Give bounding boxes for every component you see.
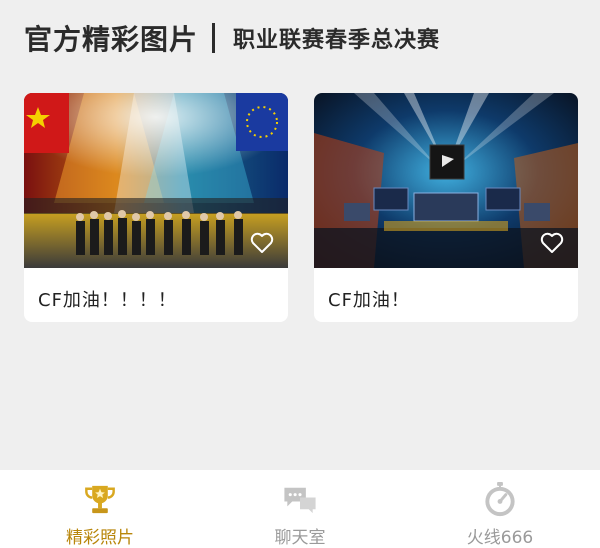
- photo-card[interactable]: CF加油！: [314, 93, 578, 322]
- photo-gallery-page: 官方精彩图片 职业联赛春季总决赛 CF加油！！！！ CF加油！ 精彩照片 聊天室…: [0, 0, 600, 548]
- heart-outline-icon: [250, 232, 274, 253]
- nav-item-huoxian[interactable]: 火线666: [400, 470, 600, 548]
- arena-photo[interactable]: [314, 93, 578, 268]
- title-divider: [212, 23, 216, 53]
- card-caption: CF加油！！！！: [38, 290, 177, 311]
- nav-label: 聊天室: [274, 528, 326, 548]
- nav-label: 精彩照片: [66, 528, 134, 548]
- stopwatch-icon: [485, 481, 515, 517]
- photo-card[interactable]: CF加油！！！！: [24, 93, 288, 322]
- chat-bubbles-icon: [284, 487, 316, 514]
- stage-photo[interactable]: [24, 93, 288, 268]
- heart-outline-icon: [540, 232, 564, 253]
- nav-item-photos[interactable]: 精彩照片: [0, 470, 200, 548]
- page-title: 官方精彩图片: [24, 23, 199, 56]
- trophy-icon: [85, 485, 115, 514]
- page-subtitle: 职业联赛春季总决赛: [233, 28, 441, 53]
- like-button[interactable]: [540, 232, 564, 254]
- nav-label: 火线666: [466, 528, 534, 548]
- bottom-nav: 精彩照片 聊天室 火线666: [0, 470, 600, 548]
- page-header: 官方精彩图片 职业联赛春季总决赛: [24, 16, 440, 60]
- like-button[interactable]: [250, 232, 274, 254]
- card-caption: CF加油！: [328, 290, 410, 311]
- nav-item-chatroom[interactable]: 聊天室: [200, 470, 400, 548]
